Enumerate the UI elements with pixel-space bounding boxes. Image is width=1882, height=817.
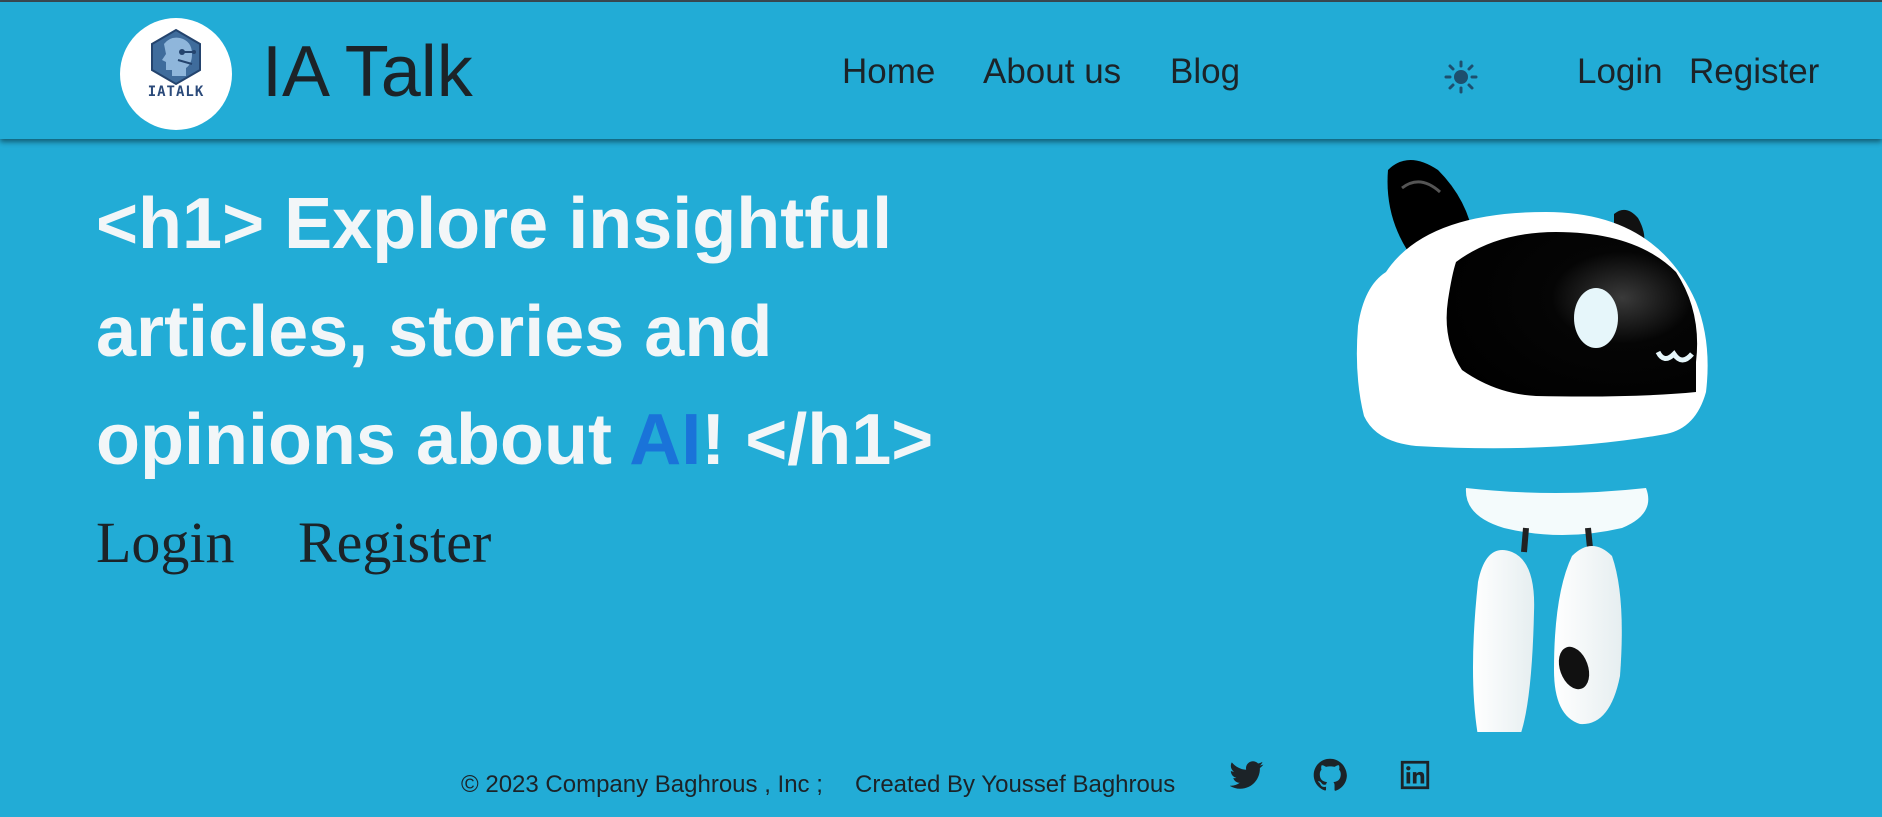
site-header: IATALK IA Talk Home About us Blog Login … [0, 2, 1882, 139]
linkedin-icon[interactable] [1398, 758, 1432, 792]
github-icon[interactable] [1313, 758, 1347, 792]
nav-home[interactable]: Home [842, 52, 935, 92]
footer-copyright: © 2023 Company Baghrous , Inc ; [461, 771, 823, 798]
hero-title-end: ! </h1> [701, 400, 934, 480]
nav-about-us[interactable]: About us [983, 52, 1121, 92]
site-logo[interactable]: IATALK [120, 18, 232, 130]
footer-credit: Created By Youssef Baghrous [855, 771, 1176, 798]
nav-blog[interactable]: Blog [1170, 52, 1240, 92]
logo-text: IATALK [147, 84, 205, 100]
ai-head-logo-icon [151, 28, 201, 86]
hero-title: <h1> Explore insightful articles, storie… [96, 170, 1036, 494]
twitter-icon[interactable] [1230, 758, 1264, 792]
hero-register-link[interactable]: Register [298, 508, 491, 578]
header-login-link[interactable]: Login [1577, 52, 1663, 92]
hero-login-link[interactable]: Login [96, 508, 235, 578]
hero-ai-highlight: AI [629, 400, 702, 480]
header-register-link[interactable]: Register [1689, 52, 1819, 92]
sun-icon[interactable] [1444, 60, 1478, 94]
brand-name[interactable]: IA Talk [262, 32, 473, 112]
robot-mascot-image [1356, 160, 1708, 732]
